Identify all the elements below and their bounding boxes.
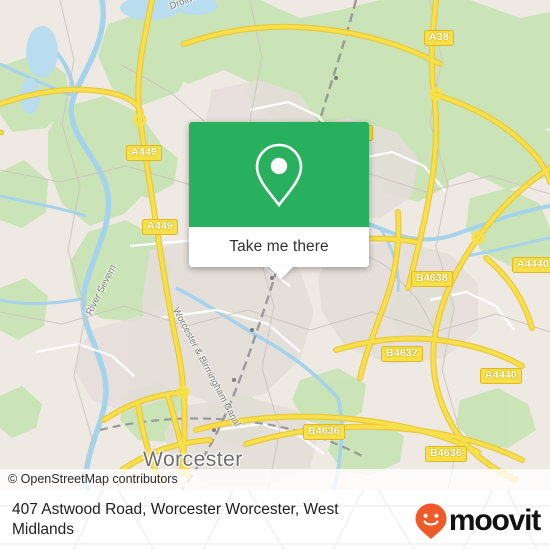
moovit-smiley-pin-icon: [415, 503, 447, 539]
popup-header: [189, 122, 369, 227]
map-pin-icon: [255, 143, 303, 207]
shield-a4440-2[interactable]: A4440: [480, 368, 522, 384]
footer-bar: 407 Astwood Road, Worcester Worcester, W…: [0, 490, 550, 550]
shield-b4638[interactable]: B4638: [411, 271, 453, 287]
moovit-brand[interactable]: moovit: [414, 502, 541, 540]
location-popup[interactable]: Take me there: [189, 122, 369, 279]
osm-attribution[interactable]: © OpenStreetMap contributors: [0, 469, 550, 490]
moovit-wordmark: moovit: [448, 504, 541, 537]
shield-a449-1[interactable]: A449: [126, 145, 162, 161]
map-screenshot: A38 A449 A449 A4440 B4638 B4637 A4440 B4…: [0, 0, 550, 550]
shield-b4637[interactable]: B4637: [381, 346, 423, 362]
popup-tail: [268, 266, 294, 279]
shield-a38[interactable]: A38: [424, 30, 454, 46]
shield-a449-2[interactable]: A449: [142, 219, 178, 235]
address-text: 407 Astwood Road, Worcester Worcester, W…: [12, 501, 339, 538]
shield-a4440-1[interactable]: A4440: [512, 257, 550, 273]
popup-footer[interactable]: Take me there: [189, 227, 369, 279]
shield-b4636-2[interactable]: B4636: [425, 446, 467, 462]
shield-b4636-1[interactable]: B4636: [303, 424, 345, 440]
take-me-there-label: Take me there: [229, 238, 329, 255]
